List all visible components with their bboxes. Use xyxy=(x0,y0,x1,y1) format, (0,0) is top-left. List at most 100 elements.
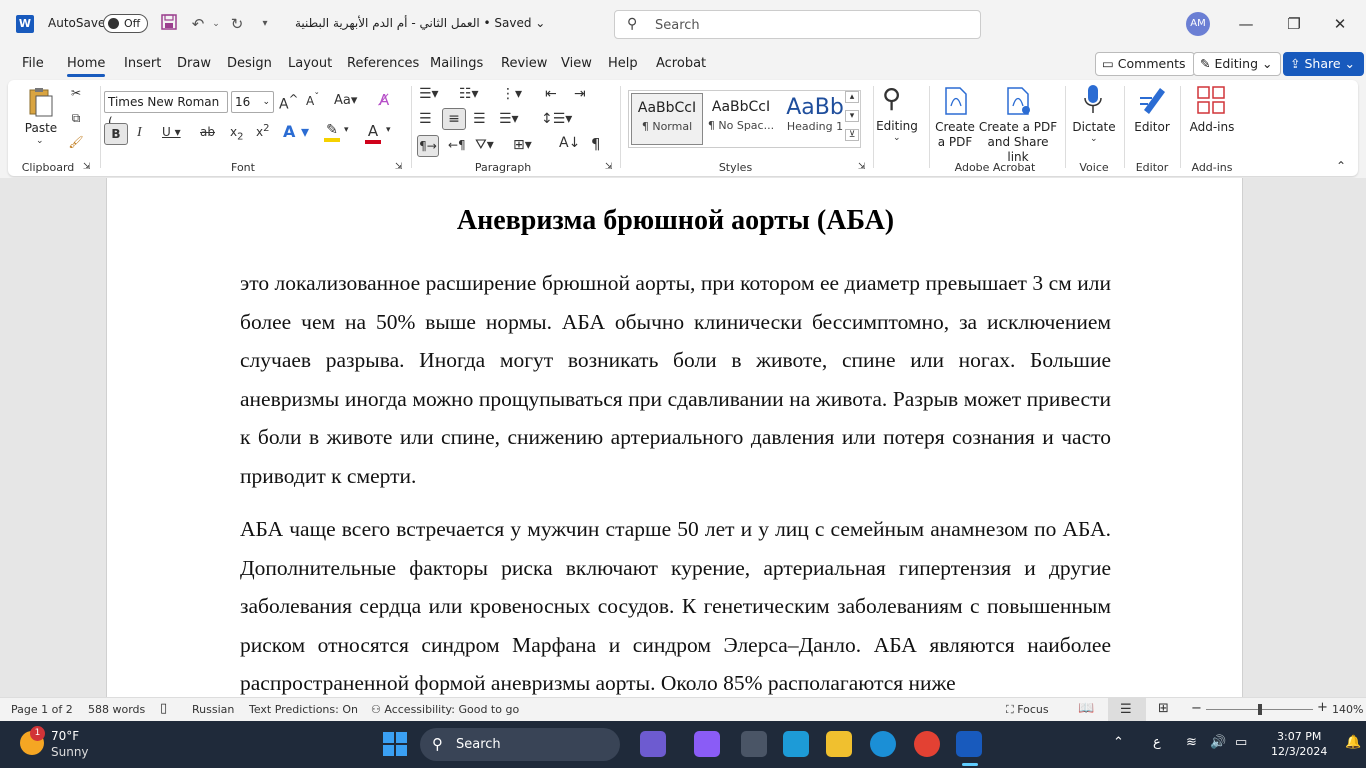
zoom-out-icon[interactable]: − xyxy=(1191,701,1202,716)
align-right-icon[interactable]: ☰ xyxy=(473,111,486,127)
tab-design[interactable]: Design xyxy=(227,56,272,71)
weather-temperature[interactable]: 70°F xyxy=(51,729,79,743)
print-layout-icon[interactable]: ☰ xyxy=(1108,698,1146,721)
cut-icon[interactable]: ✂ xyxy=(68,86,84,100)
borders-icon[interactable]: ⊞▾ xyxy=(513,137,532,153)
chevron-down-icon[interactable]: ⌄ xyxy=(1090,134,1098,144)
change-case-icon[interactable]: Aa▾ xyxy=(334,93,357,108)
editor-label[interactable]: Editor xyxy=(1130,120,1174,135)
tab-mailings[interactable]: Mailings xyxy=(430,56,483,71)
notifications-icon[interactable]: 🔔 xyxy=(1345,735,1361,750)
styles-more-icon[interactable]: ⊻ xyxy=(845,129,859,141)
minimize-icon[interactable]: — xyxy=(1234,12,1258,36)
show-formatting-icon[interactable]: ¶ xyxy=(591,135,601,153)
tab-layout[interactable]: Layout xyxy=(288,56,332,71)
text-predictions[interactable]: Text Predictions: On xyxy=(249,703,358,716)
tab-help[interactable]: Help xyxy=(608,56,638,71)
styles-scroll-down-icon[interactable]: ▾ xyxy=(845,110,859,122)
chevron-down-icon[interactable]: ▾ xyxy=(344,125,349,135)
find-icon[interactable]: ⚲ xyxy=(882,84,901,114)
underline-button[interactable]: U ▾ xyxy=(162,125,181,139)
strikethrough-button[interactable]: ab xyxy=(200,125,215,139)
search-input[interactable]: ⚲ Search xyxy=(614,10,981,39)
format-painter-icon[interactable]: 🖌 xyxy=(68,135,84,149)
chevron-down-icon[interactable]: ▾ xyxy=(386,125,391,135)
tab-review[interactable]: Review xyxy=(501,56,547,71)
chevron-down-icon[interactable]: ⌄ xyxy=(36,136,44,146)
volume-icon[interactable]: 🔊 xyxy=(1210,735,1226,750)
read-mode-icon[interactable]: 📖 xyxy=(1078,701,1094,716)
font-color-icon[interactable]: A xyxy=(365,122,381,144)
zoom-slider[interactable] xyxy=(1206,704,1313,715)
document-page[interactable]: Аневризма брюшной аорты (АБА) это локали… xyxy=(106,178,1243,697)
save-icon[interactable] xyxy=(159,14,179,34)
focus-button[interactable]: ⛶ Focus xyxy=(1006,703,1049,717)
windows-start-icon[interactable] xyxy=(383,732,407,756)
editing-label[interactable]: Editing xyxy=(874,119,920,134)
align-left-icon[interactable]: ☰ xyxy=(419,111,432,127)
clear-formatting-icon[interactable]: A̸ xyxy=(379,91,389,109)
collapse-ribbon-icon[interactable]: ⌃ xyxy=(1336,159,1346,173)
grow-font-icon[interactable]: A^ xyxy=(279,92,298,113)
italic-button[interactable]: I xyxy=(137,125,142,141)
increase-indent-icon[interactable]: ⇥ xyxy=(574,86,586,102)
editor-icon[interactable] xyxy=(1138,84,1168,119)
battery-icon[interactable]: ▭ xyxy=(1235,735,1247,750)
style-heading-1[interactable]: AaBb Heading 1 xyxy=(779,93,851,145)
language[interactable]: Russian xyxy=(192,703,234,716)
justify-icon[interactable]: ☰▾ xyxy=(499,111,519,127)
chrome-icon[interactable] xyxy=(914,731,940,757)
chevron-down-icon[interactable]: ⌄ xyxy=(893,133,901,143)
microphone-icon[interactable] xyxy=(1083,84,1103,119)
tab-draw[interactable]: Draw xyxy=(177,56,211,71)
style-no-spacing[interactable]: AaBbCcI ¶ No Spac... xyxy=(705,93,777,145)
dialog-launcher-icon[interactable]: ⇲ xyxy=(858,162,866,172)
tab-view[interactable]: View xyxy=(561,56,592,71)
undo-icon[interactable]: ↶ xyxy=(188,14,208,34)
app-icon[interactable] xyxy=(783,731,809,757)
align-center-icon[interactable]: ≡ xyxy=(442,108,466,130)
wifi-icon[interactable]: ≋ xyxy=(1186,735,1197,750)
redo-icon[interactable]: ↻ xyxy=(227,14,247,34)
edge-icon[interactable] xyxy=(870,731,896,757)
zoom-level[interactable]: 140% xyxy=(1332,703,1363,716)
font-size-select[interactable]: 16 ⌄ xyxy=(231,91,274,113)
dictate-label[interactable]: Dictate xyxy=(1071,120,1117,135)
highlight-icon[interactable]: ✎ xyxy=(324,122,340,142)
comments-button[interactable]: ▭ Comments xyxy=(1095,52,1195,76)
numbering-icon[interactable]: ☷▾ xyxy=(459,86,479,102)
chat-app-icon[interactable] xyxy=(640,731,666,757)
shading-icon[interactable]: ⛛▾ xyxy=(475,137,494,153)
tab-file[interactable]: File xyxy=(22,56,44,71)
task-view-icon[interactable] xyxy=(741,731,767,757)
close-icon[interactable]: ✕ xyxy=(1328,12,1352,36)
copilot-icon[interactable] xyxy=(694,731,720,757)
tab-acrobat[interactable]: Acrobat xyxy=(656,56,706,71)
paste-label[interactable]: Paste xyxy=(24,121,58,136)
create-share-pdf-icon[interactable] xyxy=(1006,86,1032,119)
add-ins-label[interactable]: Add-ins xyxy=(1188,120,1236,135)
proofing-icon[interactable]: ▯ xyxy=(160,701,167,716)
zoom-slider-thumb[interactable] xyxy=(1258,704,1262,715)
create-pdf-icon[interactable] xyxy=(944,86,968,119)
avatar[interactable]: AM xyxy=(1186,12,1210,36)
editing-mode-button[interactable]: ✎ Editing ⌄ xyxy=(1193,52,1282,76)
create-share-label[interactable]: Create a PDF and Share link xyxy=(976,120,1060,165)
copy-icon[interactable]: ⧉ xyxy=(68,111,84,126)
ltr-icon[interactable]: ¶→ xyxy=(417,135,439,157)
tab-insert[interactable]: Insert xyxy=(124,56,161,71)
web-layout-icon[interactable]: ⊞ xyxy=(1158,701,1169,716)
page-count[interactable]: Page 1 of 2 xyxy=(11,703,73,716)
text-effects-icon[interactable]: A ▾ xyxy=(283,122,309,141)
paste-icon[interactable] xyxy=(28,86,54,118)
zoom-in-icon[interactable]: + xyxy=(1317,700,1328,715)
subscript-button[interactable]: x2 xyxy=(230,125,243,142)
bullets-icon[interactable]: ☰▾ xyxy=(419,86,439,102)
file-explorer-icon[interactable] xyxy=(826,731,852,757)
word-count[interactable]: 588 words xyxy=(88,703,145,716)
customize-qat-icon[interactable]: ▾ xyxy=(255,14,275,34)
dialog-launcher-icon[interactable]: ⇲ xyxy=(605,162,613,172)
share-button[interactable]: ⇪ Share ⌄ xyxy=(1283,52,1365,76)
weather-condition[interactable]: Sunny xyxy=(51,745,89,759)
taskbar-search[interactable]: ⚲ Search xyxy=(420,728,620,761)
